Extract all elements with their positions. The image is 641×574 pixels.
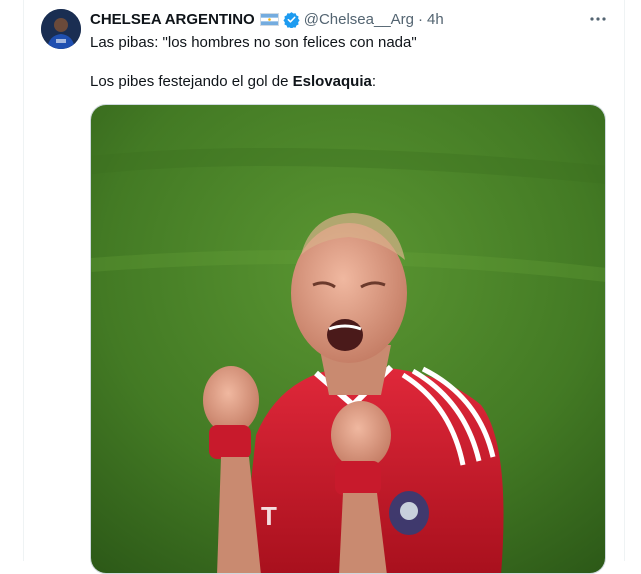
celebrating-player-image: T — [91, 105, 605, 573]
avatar[interactable] — [41, 9, 81, 49]
argentina-flag-icon — [259, 12, 279, 26]
tweet-text-line2-prefix: Los pibes festejando el gol de — [90, 73, 293, 90]
timeline-divider-left — [23, 0, 24, 561]
separator-dot: · — [418, 10, 424, 28]
tweet-header: CHELSEA ARGENTINO @Chelsea__Arg · 4h — [90, 9, 444, 29]
verified-badge-icon[interactable] — [283, 11, 300, 28]
tweet-timestamp[interactable]: 4h — [427, 11, 444, 28]
avatar-image — [41, 9, 81, 49]
tweet-text-line1: Las pibas: "los hombres no son felices c… — [90, 34, 417, 51]
timeline-divider-right — [624, 0, 625, 561]
tweet-media-video[interactable]: T — [90, 104, 606, 574]
svg-text:T: T — [261, 501, 277, 531]
more-horizontal-icon — [590, 17, 606, 21]
author-name[interactable]: CHELSEA ARGENTINO — [90, 11, 255, 28]
tweet-text-bold-word: Eslovaquia — [292, 73, 372, 90]
more-options-button[interactable] — [584, 8, 612, 30]
tweet-text-line2-suffix: : — [371, 73, 377, 90]
tweet-text-line2: Los pibes festejando el gol de Eslovaqui… — [90, 72, 376, 92]
author-handle[interactable]: @Chelsea__Arg — [304, 11, 414, 28]
